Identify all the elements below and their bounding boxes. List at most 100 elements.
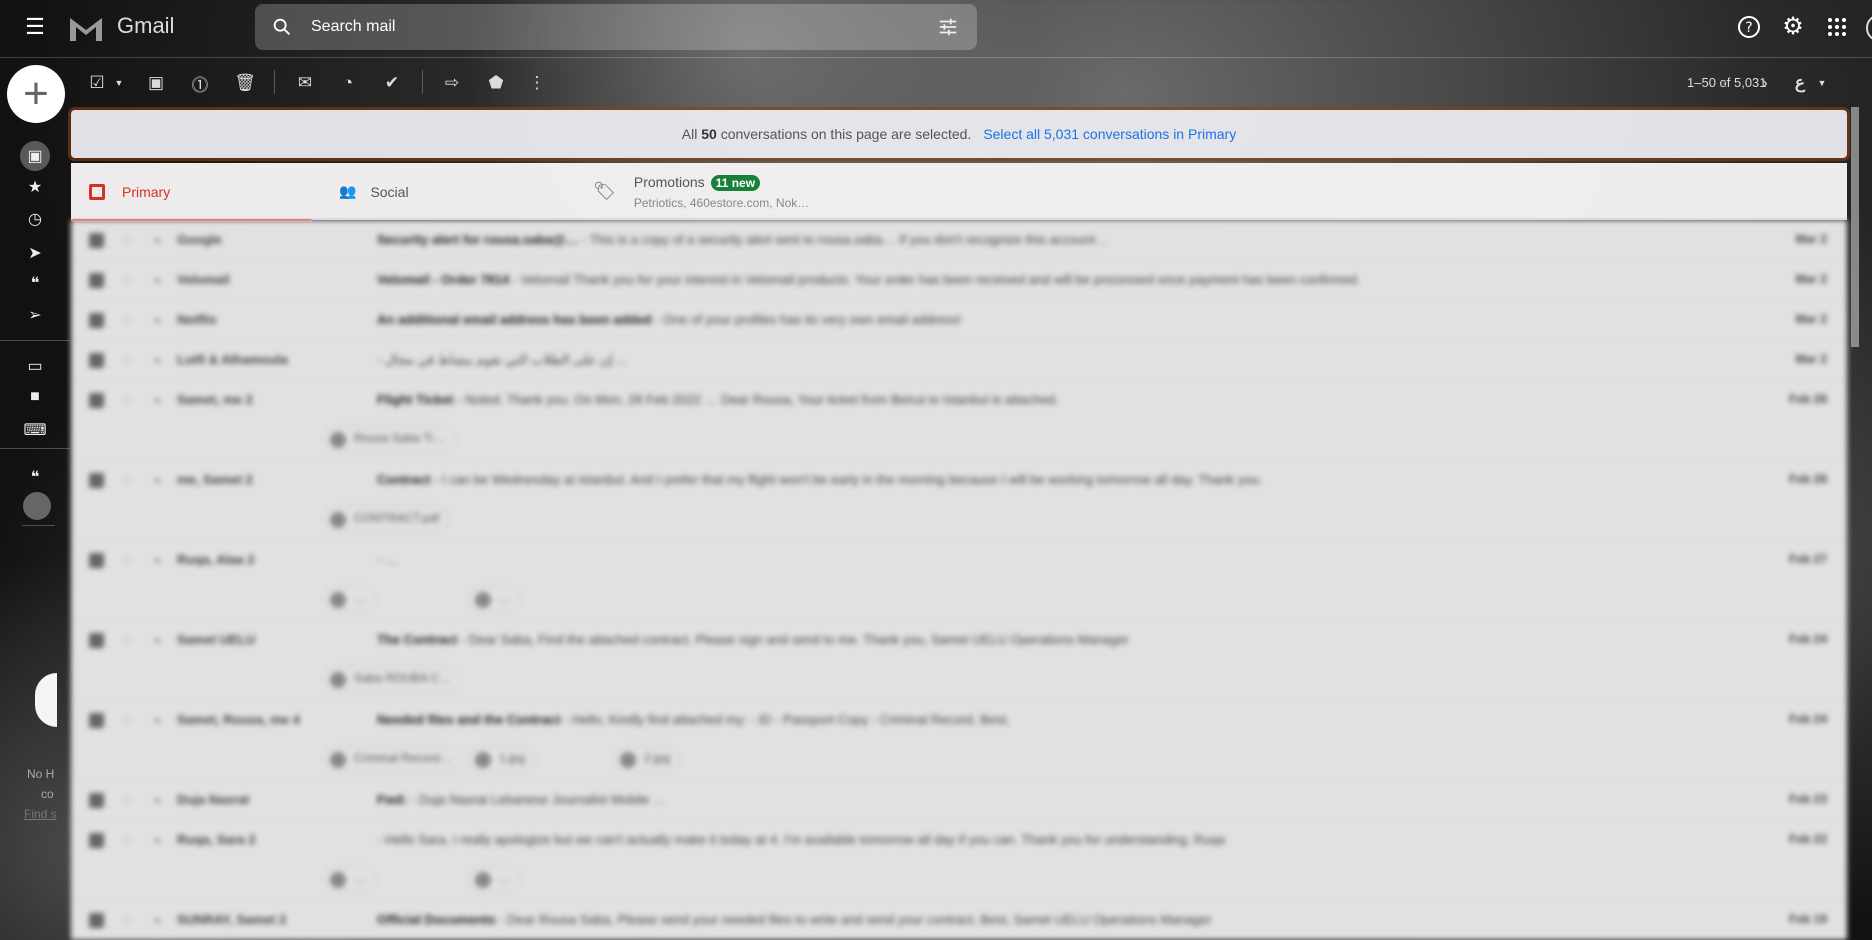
hangouts-avatar[interactable] (23, 492, 51, 520)
attachment-chip[interactable]: … (468, 586, 522, 612)
newer-icon[interactable]: › (1754, 72, 1776, 94)
email-row[interactable]: ☆ ▸ SUNRAY, Samet 2 Official Documents -… (71, 900, 1847, 940)
tab-promotions[interactable]: 🏷 Promotions 11 new Petriotics, 460estore… (593, 163, 873, 220)
star-icon[interactable]: ☆ (121, 272, 133, 288)
search-icon[interactable] (271, 16, 293, 38)
apps-icon[interactable] (1826, 16, 1848, 38)
hangouts-icon[interactable]: ❝ (23, 465, 47, 489)
delete-icon[interactable]: 🗑 (234, 72, 256, 94)
older-icon[interactable]: ‹ (1714, 72, 1736, 94)
email-row[interactable]: ☆ ▸ Netflix An additional email address … (71, 300, 1847, 340)
important-marker-icon[interactable]: ▸ (155, 472, 162, 488)
settings-icon[interactable]: ⚙ (1780, 13, 1806, 40)
tab-social[interactable]: 👥 Social (339, 163, 589, 220)
email-row[interactable]: ☆ ▸ Velomail Velomail - Order 7814 - Vel… (71, 260, 1847, 300)
important-marker-icon[interactable]: ▸ (155, 712, 162, 728)
tab-primary[interactable]: Primary (71, 163, 313, 222)
important-marker-icon[interactable]: ▸ (155, 912, 162, 928)
important-marker-icon[interactable]: ▸ (155, 352, 162, 368)
star-icon[interactable]: ☆ (121, 312, 133, 328)
label-icon[interactable]: ⬟ (485, 72, 507, 94)
input-tools-button[interactable]: ع (1789, 72, 1811, 94)
important-marker-icon[interactable]: ▸ (155, 392, 162, 408)
help-icon[interactable]: ? (1737, 15, 1761, 39)
star-icon[interactable]: ☆ (121, 392, 133, 408)
row-checkbox[interactable] (89, 633, 104, 648)
row-checkbox[interactable] (89, 313, 104, 328)
attachment-chip[interactable]: … (468, 866, 522, 892)
attachment-chip[interactable]: 2.jpg (613, 746, 682, 772)
row-checkbox[interactable] (89, 793, 104, 808)
select-all-link[interactable]: Select all 5,031 conversations in Primar… (983, 126, 1236, 142)
email-row[interactable]: ☆ ▸ Samet, me 2 Flight Ticket - Noted. T… (71, 380, 1847, 460)
attachment-chip[interactable]: CONTRACT.pdf (323, 506, 451, 532)
compose-button[interactable]: + (7, 65, 65, 123)
star-icon[interactable]: ☆ (121, 912, 133, 928)
row-checkbox[interactable] (89, 353, 104, 368)
row-checkbox[interactable] (89, 713, 104, 728)
snoozed-icon[interactable]: ◷ (23, 207, 47, 231)
row-checkbox[interactable] (89, 913, 104, 928)
important-marker-icon[interactable]: ▸ (155, 792, 162, 808)
important-marker-icon[interactable]: ▸ (155, 312, 162, 328)
star-icon[interactable]: ☆ (121, 352, 133, 368)
search-options-icon[interactable] (937, 16, 959, 38)
snooze-icon[interactable]: ◔ (337, 72, 359, 94)
attachment-chip[interactable]: Criminal Record… (323, 746, 464, 772)
select-all-checkbox[interactable]: ☑ (86, 72, 108, 94)
email-row[interactable]: ☆ ▸ me, Samet 2 Contract - I can be Wedn… (71, 460, 1847, 540)
star-icon[interactable]: ☆ (121, 712, 133, 728)
star-icon[interactable]: ☆ (121, 232, 133, 248)
email-row[interactable]: ☆ ▸ Samet, Rousa, me 4 Needed files and … (71, 700, 1847, 780)
chats-icon[interactable]: ❝ (23, 271, 47, 295)
move-to-icon[interactable]: ⇨ (441, 72, 463, 94)
archive-icon[interactable]: ▣ (145, 72, 167, 94)
star-icon[interactable]: ☆ (121, 552, 133, 568)
attachment-chip[interactable]: … (323, 866, 377, 892)
star-icon[interactable]: ☆ (121, 632, 133, 648)
attachment-chip[interactable]: Saba ROUBA C… (323, 666, 463, 692)
important-marker-icon[interactable]: ▸ (155, 632, 162, 648)
important-marker-icon[interactable]: ▸ (155, 552, 162, 568)
email-row[interactable]: ☆ ▸ Ruqa, Sara 2 - Hello Sara, I really … (71, 820, 1847, 900)
keyboard-icon[interactable]: ⌨ (23, 418, 47, 442)
report-spam-icon[interactable]: ⓵ (189, 72, 211, 95)
row-checkbox[interactable] (89, 553, 104, 568)
email-row[interactable]: ☆ ▸ Lutfi & Alhamoula - إن على الطلاب ال… (71, 340, 1847, 380)
search-input[interactable]: Search mail (255, 4, 977, 50)
join-meeting-icon[interactable]: ■ (23, 385, 47, 409)
row-checkbox[interactable] (89, 393, 104, 408)
new-meeting-icon[interactable]: ▭ (23, 354, 47, 378)
important-marker-icon[interactable]: ▸ (155, 272, 162, 288)
gmail-logo[interactable] (68, 15, 104, 41)
select-dropdown-icon[interactable]: ▼ (108, 72, 130, 94)
attachment-chip[interactable]: Rousa Saba Ti… (323, 426, 456, 452)
important-marker-icon[interactable]: ▸ (155, 832, 162, 848)
email-row[interactable]: ☆ ▸ Google Security alert for rousa.saba… (71, 220, 1847, 260)
email-row[interactable]: ☆ ▸ Ruqa, Alaa 2 - … Feb 27…… (71, 540, 1847, 620)
mark-as-read-icon[interactable]: ✉ (294, 72, 316, 94)
scrollbar[interactable] (1851, 107, 1859, 347)
row-checkbox[interactable] (89, 273, 104, 288)
email-row[interactable]: ☆ ▸ Duja Nasrat Fwd: - Duja Nasrat Leban… (71, 780, 1847, 820)
attachment-chip[interactable]: 1.jpg (468, 746, 537, 772)
find-someone-link[interactable]: Find s (24, 807, 57, 821)
input-tools-dropdown-icon[interactable]: ▼ (1811, 72, 1833, 94)
row-checkbox[interactable] (89, 833, 104, 848)
email-row[interactable]: ☆ ▸ Samet UELU The Contract - Dear Saba,… (71, 620, 1847, 700)
avatar[interactable] (1866, 14, 1872, 42)
menu-icon[interactable]: ☰ (23, 14, 47, 39)
inbox-icon[interactable]: ▣ (20, 141, 50, 171)
important-marker-icon[interactable]: ▸ (155, 232, 162, 248)
star-icon[interactable]: ☆ (121, 472, 133, 488)
row-checkbox[interactable] (89, 233, 104, 248)
important-icon[interactable]: ➤ (23, 241, 47, 265)
row-checkbox[interactable] (89, 473, 104, 488)
star-icon[interactable]: ☆ (121, 832, 133, 848)
attachment-chip[interactable]: … (323, 586, 377, 612)
add-to-tasks-icon[interactable]: ✔ (381, 72, 403, 94)
more-icon[interactable]: ⋮ (526, 72, 548, 94)
sent-icon[interactable]: ➢ (23, 303, 47, 327)
star-icon[interactable]: ☆ (121, 792, 133, 808)
starred-icon[interactable]: ★ (23, 175, 47, 199)
